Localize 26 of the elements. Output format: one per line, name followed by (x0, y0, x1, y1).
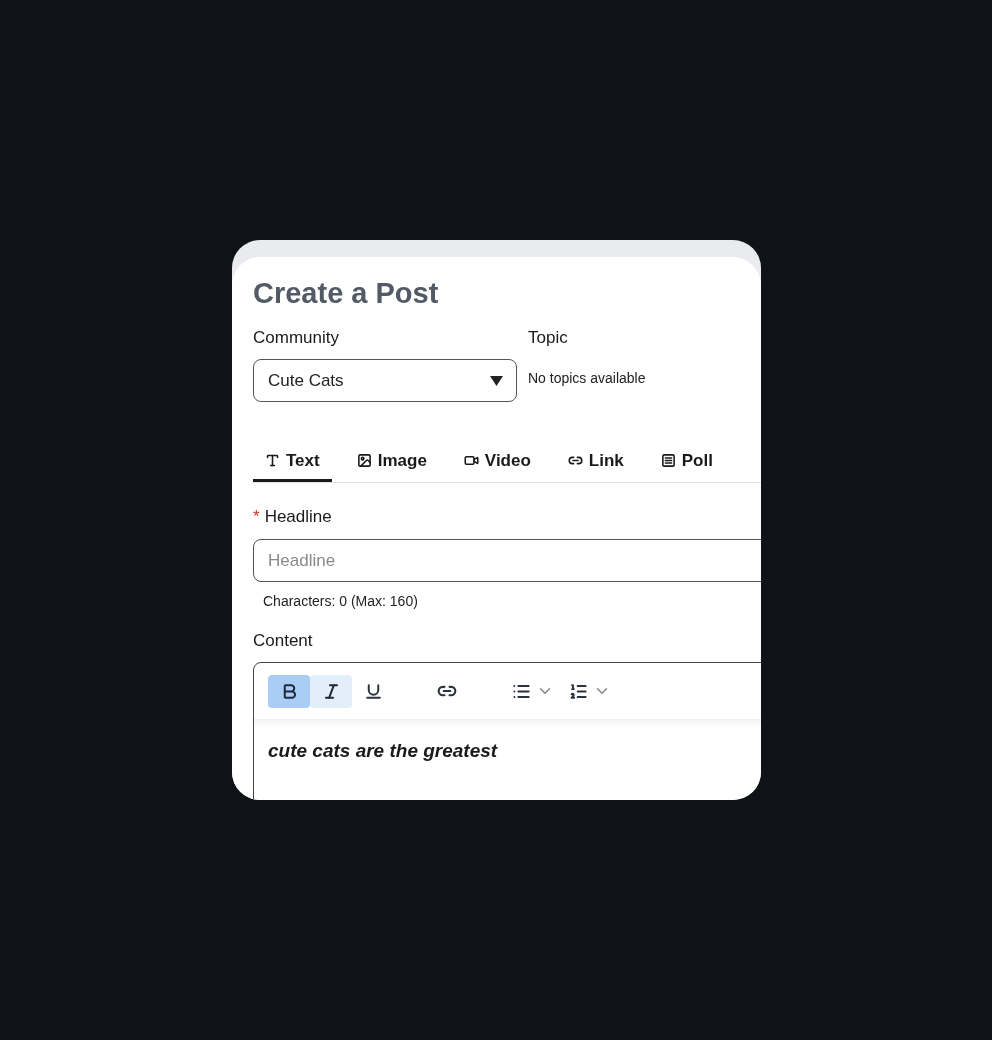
post-type-tab[interactable]: Link (555, 442, 636, 482)
underline-icon (363, 681, 383, 701)
editor-text: cute cats are the greatest (268, 739, 498, 763)
headline-field[interactable]: Headline (253, 539, 761, 582)
post-type-tab[interactable]: Poll (648, 442, 725, 482)
field-label: Headline (264, 506, 332, 528)
topic-note: No topics available (528, 369, 646, 388)
list-square-icon (660, 453, 676, 468)
format-button[interactable] (310, 674, 352, 708)
field-label: Community (253, 327, 339, 349)
post-type-tab[interactable]: Text (253, 442, 332, 482)
character-counter: Characters: 0 (Max: 160) (263, 592, 418, 611)
video-icon (463, 453, 479, 468)
numbered-list-icon (568, 681, 588, 701)
dropdown-arrow-icon (490, 375, 503, 386)
field-label: Content (253, 630, 313, 652)
image-icon (356, 453, 372, 468)
post-type-tab[interactable]: Image (344, 442, 439, 482)
community-select[interactable]: Cute Cats (253, 359, 517, 402)
dialog-title: Create a Post (253, 276, 439, 311)
type-icon (265, 453, 280, 468)
rich-text-editor[interactable]: cute cats are the greatest (253, 662, 761, 800)
post-type-tab[interactable]: Video (451, 442, 543, 482)
format-button[interactable] (268, 674, 310, 708)
field-label: Topic (528, 327, 568, 349)
required-asterisk: * (253, 506, 260, 528)
